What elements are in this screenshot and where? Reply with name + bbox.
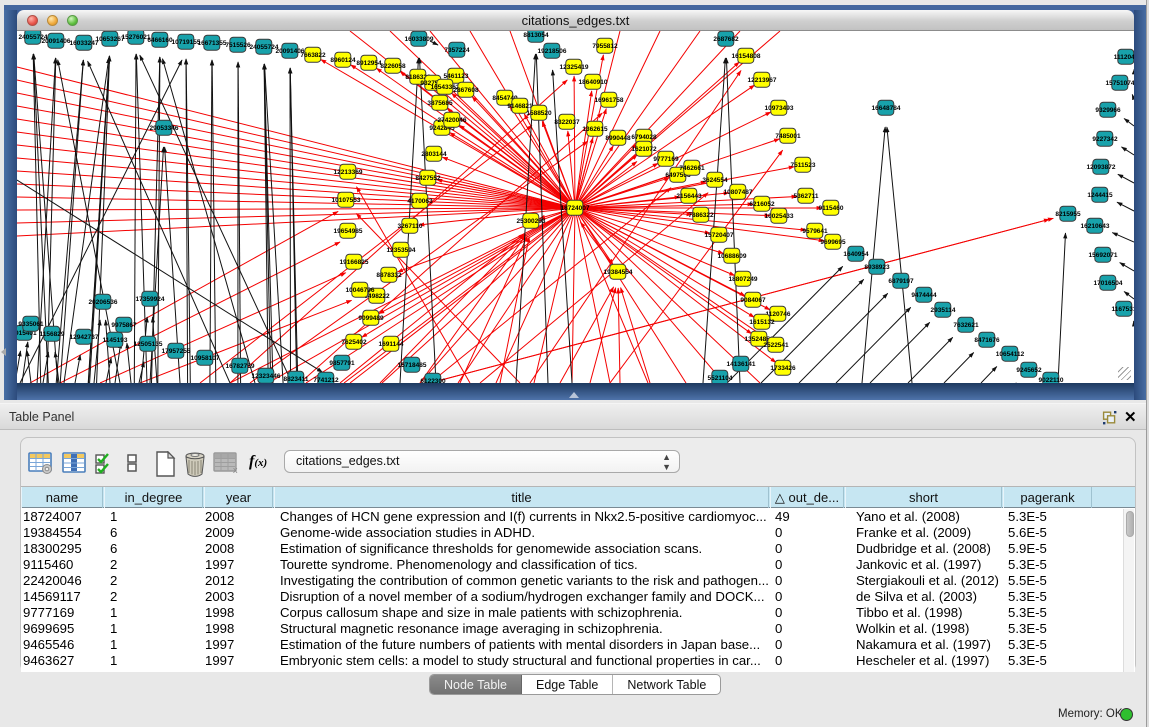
svg-text:x: x (233, 465, 238, 475)
